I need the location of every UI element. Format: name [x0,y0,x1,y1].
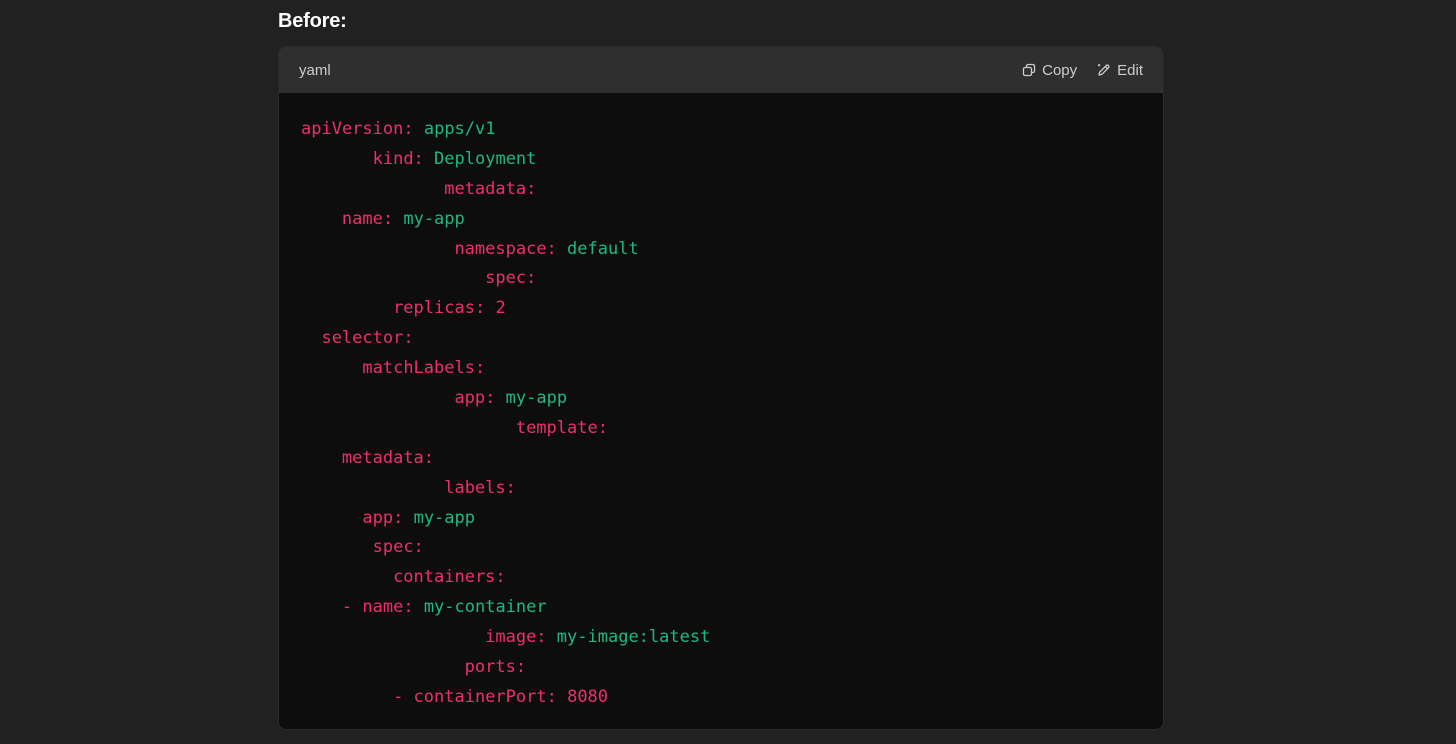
code-language-label: yaml [299,61,331,79]
yaml-key: selector: [321,328,414,349]
code-line: ports: [279,653,1163,683]
copy-icon [1022,63,1036,77]
edit-button-label: Edit [1117,61,1143,79]
code-line: apiVersion: apps/v1 [279,115,1163,145]
yaml-key: ports: [464,657,527,678]
edit-button[interactable]: Edit [1097,62,1143,79]
yaml-value: my-container [423,597,547,618]
code-line: replicas: 2 [279,294,1163,324]
yaml-key: spec: [485,268,537,289]
yaml-value: my-image:latest [556,627,711,648]
code-line: kind: Deployment [279,145,1163,175]
copy-button-label: Copy [1042,61,1078,79]
code-line: matchLabels: [279,354,1163,384]
yaml-key: labels: [444,477,516,498]
code-line: name: my-app [279,205,1163,235]
code-block-actions: Copy Edit [1022,62,1143,79]
copy-button[interactable]: Copy [1022,62,1077,79]
yaml-key: app: [362,507,404,528]
yaml-key: metadata: [341,447,435,468]
code-line: metadata: [279,444,1163,474]
yaml-key: replicas: [393,298,486,319]
code-line: selector: [279,324,1163,354]
yaml-key: - containerPort: [393,686,557,707]
code-line: app: my-app [279,504,1163,534]
yaml-key: - name: [341,597,414,618]
yaml-value: 2 [495,298,506,319]
yaml-key: apiVersion: [301,119,414,139]
yaml-value: default [567,238,639,259]
yaml-value: Deployment [434,148,537,169]
code-line: labels: [279,474,1163,504]
yaml-value: 8080 [567,686,609,707]
code-line: spec: [279,533,1163,563]
yaml-key: metadata: [444,178,537,199]
yaml-key: app: [454,388,496,409]
code-line: app: my-app [279,384,1163,414]
section-heading: Before: [278,10,347,32]
code-content[interactable]: apiVersion: apps/v1 kind: Deployment metad… [279,93,1163,713]
code-line: metadata: [279,175,1163,205]
code-line: - name: my-container [279,593,1163,623]
code-block-header: yaml Copy Edit [279,47,1163,93]
code-block: yaml Copy Edit apiVersion: apps/v1 kind:… [278,46,1164,730]
code-line: containers: [279,563,1163,593]
pencil-icon [1097,63,1111,77]
code-line: namespace: default [279,235,1163,265]
yaml-key: containers: [393,567,506,588]
yaml-key: image: [485,627,547,648]
yaml-key: spec: [372,537,424,558]
yaml-value: my-app [505,388,568,409]
yaml-key: kind: [372,148,424,169]
yaml-key: matchLabels: [362,358,486,379]
yaml-value: my-app [403,208,465,229]
code-line: - containerPort: 8080 [279,683,1163,713]
yaml-key: namespace: [454,238,557,259]
yaml-value: my-app [413,507,475,528]
yaml-key: name: [341,208,394,229]
yaml-value: apps/v1 [423,119,496,139]
code-line: template: [279,414,1163,444]
yaml-key: template: [515,417,608,438]
code-line: spec: [279,264,1163,294]
code-line: image: my-image:latest [279,623,1163,653]
